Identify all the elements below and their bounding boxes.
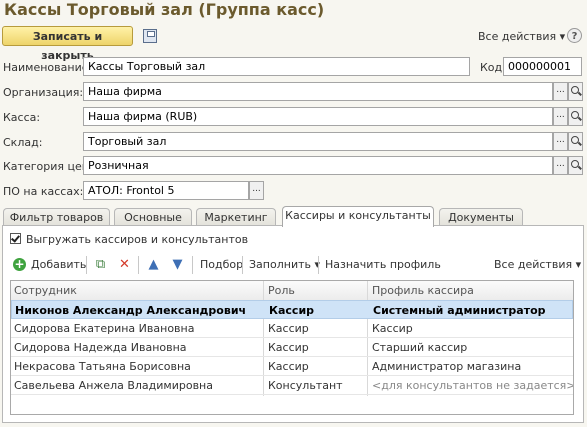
table-row[interactable]: Сидорова Екатерина Ивановна Кассир Касси… (11, 319, 573, 338)
table-row[interactable]: Некрасова Татьяна Борисовна Кассир Админ… (11, 357, 573, 376)
toolbar-divider (86, 256, 87, 274)
add-button[interactable]: Добавить (31, 258, 86, 271)
table-row[interactable]: Савельева Анжела Владимировна Консультан… (11, 376, 573, 395)
employee-cell: Никонов Александр Александрович (15, 304, 247, 317)
toolbar-divider (242, 256, 243, 274)
price-category-label: Категория цен: (3, 160, 93, 173)
kassa-search-icon[interactable] (568, 107, 583, 126)
table-row[interactable]: Сидорова Надежда Ивановна Кассир Старший… (11, 338, 573, 357)
tab-product-filter[interactable]: Фильтр товаров (3, 208, 110, 226)
toolbar-divider (138, 256, 139, 274)
cashiers-table: Сотрудник Роль Профиль кассира Никонов А… (10, 280, 574, 415)
po-label: ПО на кассах: (3, 185, 84, 198)
kassa-select-ellipsis-icon[interactable]: ... (553, 107, 568, 126)
upload-cashiers-checkbox[interactable] (10, 233, 21, 244)
table-row[interactable]: Никонов Александр Александрович Кассир С… (11, 300, 573, 319)
delete-icon[interactable]: ✕ (117, 257, 132, 272)
profile-cell: Кассир (372, 322, 413, 335)
sklad-select-ellipsis-icon[interactable]: ... (553, 132, 568, 151)
price-select-ellipsis-icon[interactable]: ... (553, 156, 568, 175)
panel-all-actions-menu[interactable]: Все действия ▾ (494, 258, 581, 271)
role-cell: Кассир (268, 322, 309, 335)
add-icon[interactable]: + (13, 258, 26, 271)
employee-cell: Савельева Анжела Владимировна (14, 379, 213, 392)
table-header: Сотрудник Роль Профиль кассира (11, 281, 573, 301)
role-cell: Кассир (268, 341, 309, 354)
role-cell: Кассир (269, 304, 315, 317)
toolbar-divider (318, 256, 319, 274)
profile-cell: Администратор магазина (372, 360, 522, 373)
name-label: Наименование: (3, 61, 93, 74)
tab-main[interactable]: Основные (114, 208, 192, 226)
tab-marketing[interactable]: Маркетинг (196, 208, 276, 226)
move-down-icon[interactable]: ▼ (170, 257, 185, 272)
tab-documents[interactable]: Документы (439, 208, 523, 226)
move-up-icon[interactable]: ▲ (146, 257, 161, 272)
all-actions-menu[interactable]: Все действия ▾ (478, 30, 565, 43)
podbor-button[interactable]: Подбор (200, 258, 243, 271)
assign-profile-button[interactable]: Назначить профиль (325, 258, 441, 271)
toolbar-divider (192, 256, 193, 274)
org-field[interactable]: Наша фирма (83, 82, 553, 101)
save-icon[interactable] (143, 29, 157, 43)
page-title: Кассы Торговый зал (Группа касс) (4, 0, 325, 19)
upload-cashiers-label: Выгружать кассиров и консультантов (26, 233, 249, 246)
org-select-ellipsis-icon[interactable]: ... (553, 82, 568, 101)
code-field[interactable]: 000000001 (503, 57, 582, 76)
price-search-icon[interactable] (568, 156, 583, 175)
save-close-button[interactable]: Записать и закрыть (2, 26, 133, 62)
column-header-employee[interactable]: Сотрудник (11, 281, 265, 300)
sklad-search-icon[interactable] (568, 132, 583, 151)
profile-cell: <для консультантов не задается> (372, 379, 574, 392)
copy-icon[interactable]: ⧉ (93, 257, 108, 272)
kassa-field[interactable]: Наша фирма (RUB) (83, 107, 553, 126)
employee-cell: Сидорова Надежда Ивановна (14, 341, 187, 354)
po-field[interactable]: АТОЛ: Frontol 5 (83, 181, 249, 200)
employee-cell: Сидорова Екатерина Ивановна (14, 322, 195, 335)
role-cell: Консультант (268, 379, 343, 392)
po-select-ellipsis-icon[interactable]: ... (249, 181, 264, 200)
sklad-label: Склад: (3, 136, 43, 149)
role-cell: Кассир (268, 360, 309, 373)
employee-cell: Некрасова Татьяна Борисовна (14, 360, 191, 373)
price-category-field[interactable]: Розничная (83, 156, 553, 175)
org-search-icon[interactable] (568, 82, 583, 101)
profile-cell: Системный администратор (373, 304, 546, 317)
fill-menu-button[interactable]: Заполнить ▾ (249, 258, 320, 271)
code-label: Код: (480, 61, 506, 74)
column-header-role[interactable]: Роль (265, 281, 369, 300)
name-field[interactable]: Кассы Торговый зал (83, 57, 470, 76)
profile-cell: Старший кассир (372, 341, 468, 354)
tab-cashiers-consultants[interactable]: Кассиры и консультанты (282, 206, 434, 227)
column-header-profile[interactable]: Профиль кассира (369, 281, 573, 300)
help-icon[interactable]: ? (567, 28, 582, 43)
sklad-field[interactable]: Торговый зал (83, 132, 553, 151)
org-label: Организация: (3, 86, 84, 99)
tab-bar: Фильтр товаров Основные Маркетинг Кассир… (0, 206, 587, 227)
kassa-label: Касса: (3, 111, 41, 124)
